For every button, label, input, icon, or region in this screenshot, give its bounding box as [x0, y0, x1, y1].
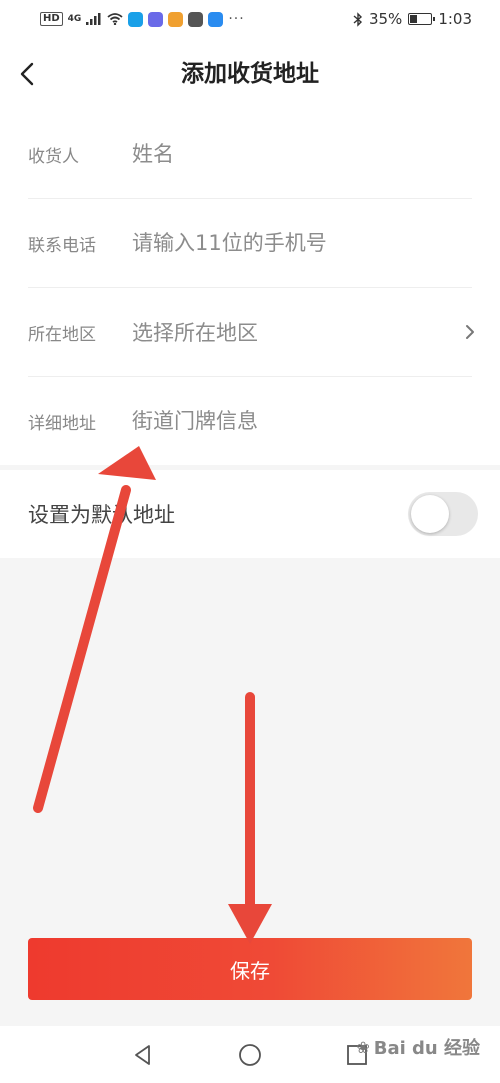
- status-bar-right: 35% 1:03: [353, 10, 472, 28]
- detail-address-label: 详细地址: [28, 413, 96, 434]
- battery-percent: 35%: [368, 10, 403, 28]
- toggle-knob: [411, 495, 449, 533]
- phone-row: 联系电话: [28, 199, 472, 288]
- app-notification-icon: [208, 11, 224, 27]
- default-address-label: 设置为默认地址: [28, 503, 175, 527]
- status-bar-left: HD 4G ···: [40, 11, 245, 27]
- paw-logo-icon: ❀: [356, 1037, 370, 1057]
- status-bar: HD 4G ··· 35% 1:03: [0, 0, 500, 38]
- nav-home-button[interactable]: [236, 1041, 264, 1069]
- app-notification-icon: [168, 11, 184, 27]
- page-title: 添加收货地址: [181, 61, 319, 87]
- battery-icon: [408, 13, 436, 25]
- region-label: 所在地区: [28, 324, 96, 345]
- address-form: 收货人 联系电话 所在地区 选择所在地区 详细地址: [0, 110, 500, 465]
- default-address-toggle[interactable]: [408, 492, 478, 536]
- recipient-row: 收货人: [28, 110, 472, 199]
- phone-label: 联系电话: [28, 235, 96, 256]
- recipient-name-input[interactable]: [132, 142, 472, 166]
- bluetooth-icon: [353, 11, 362, 27]
- detail-address-input[interactable]: [132, 409, 472, 433]
- triangle-back-icon: [135, 1044, 151, 1065]
- app-notification-icon: [148, 11, 164, 27]
- circle-home-icon: [239, 1043, 261, 1066]
- baidu-jingyan-watermark: ❀ Bai du 经验: [356, 1034, 480, 1060]
- clock: 1:03: [438, 10, 472, 28]
- nav-back-button[interactable]: [129, 1041, 157, 1069]
- annotation-arrow-down: [228, 692, 272, 944]
- recipient-label: 收货人: [28, 146, 79, 167]
- hd-indicator: HD: [40, 12, 63, 26]
- detail-address-row: 详细地址: [28, 377, 472, 465]
- region-row[interactable]: 所在地区 选择所在地区: [28, 288, 474, 377]
- battery-level: [410, 15, 418, 23]
- network-indicator: 4G: [67, 13, 82, 24]
- save-button[interactable]: 保存: [28, 938, 472, 1000]
- wifi-icon: [107, 13, 123, 25]
- phone-input[interactable]: [132, 231, 472, 255]
- signal-icon: [86, 13, 101, 25]
- watermark-text: Bai du 经验: [373, 1038, 480, 1059]
- region-selector[interactable]: 选择所在地区: [132, 317, 472, 347]
- app-notification-icon: [188, 11, 204, 27]
- chevron-right-icon: [466, 325, 474, 339]
- more-notifications-icon: ···: [228, 11, 245, 27]
- default-address-row: 设置为默认地址: [0, 470, 500, 558]
- app-header: 添加收货地址: [0, 38, 500, 110]
- app-notification-icon: [128, 11, 144, 27]
